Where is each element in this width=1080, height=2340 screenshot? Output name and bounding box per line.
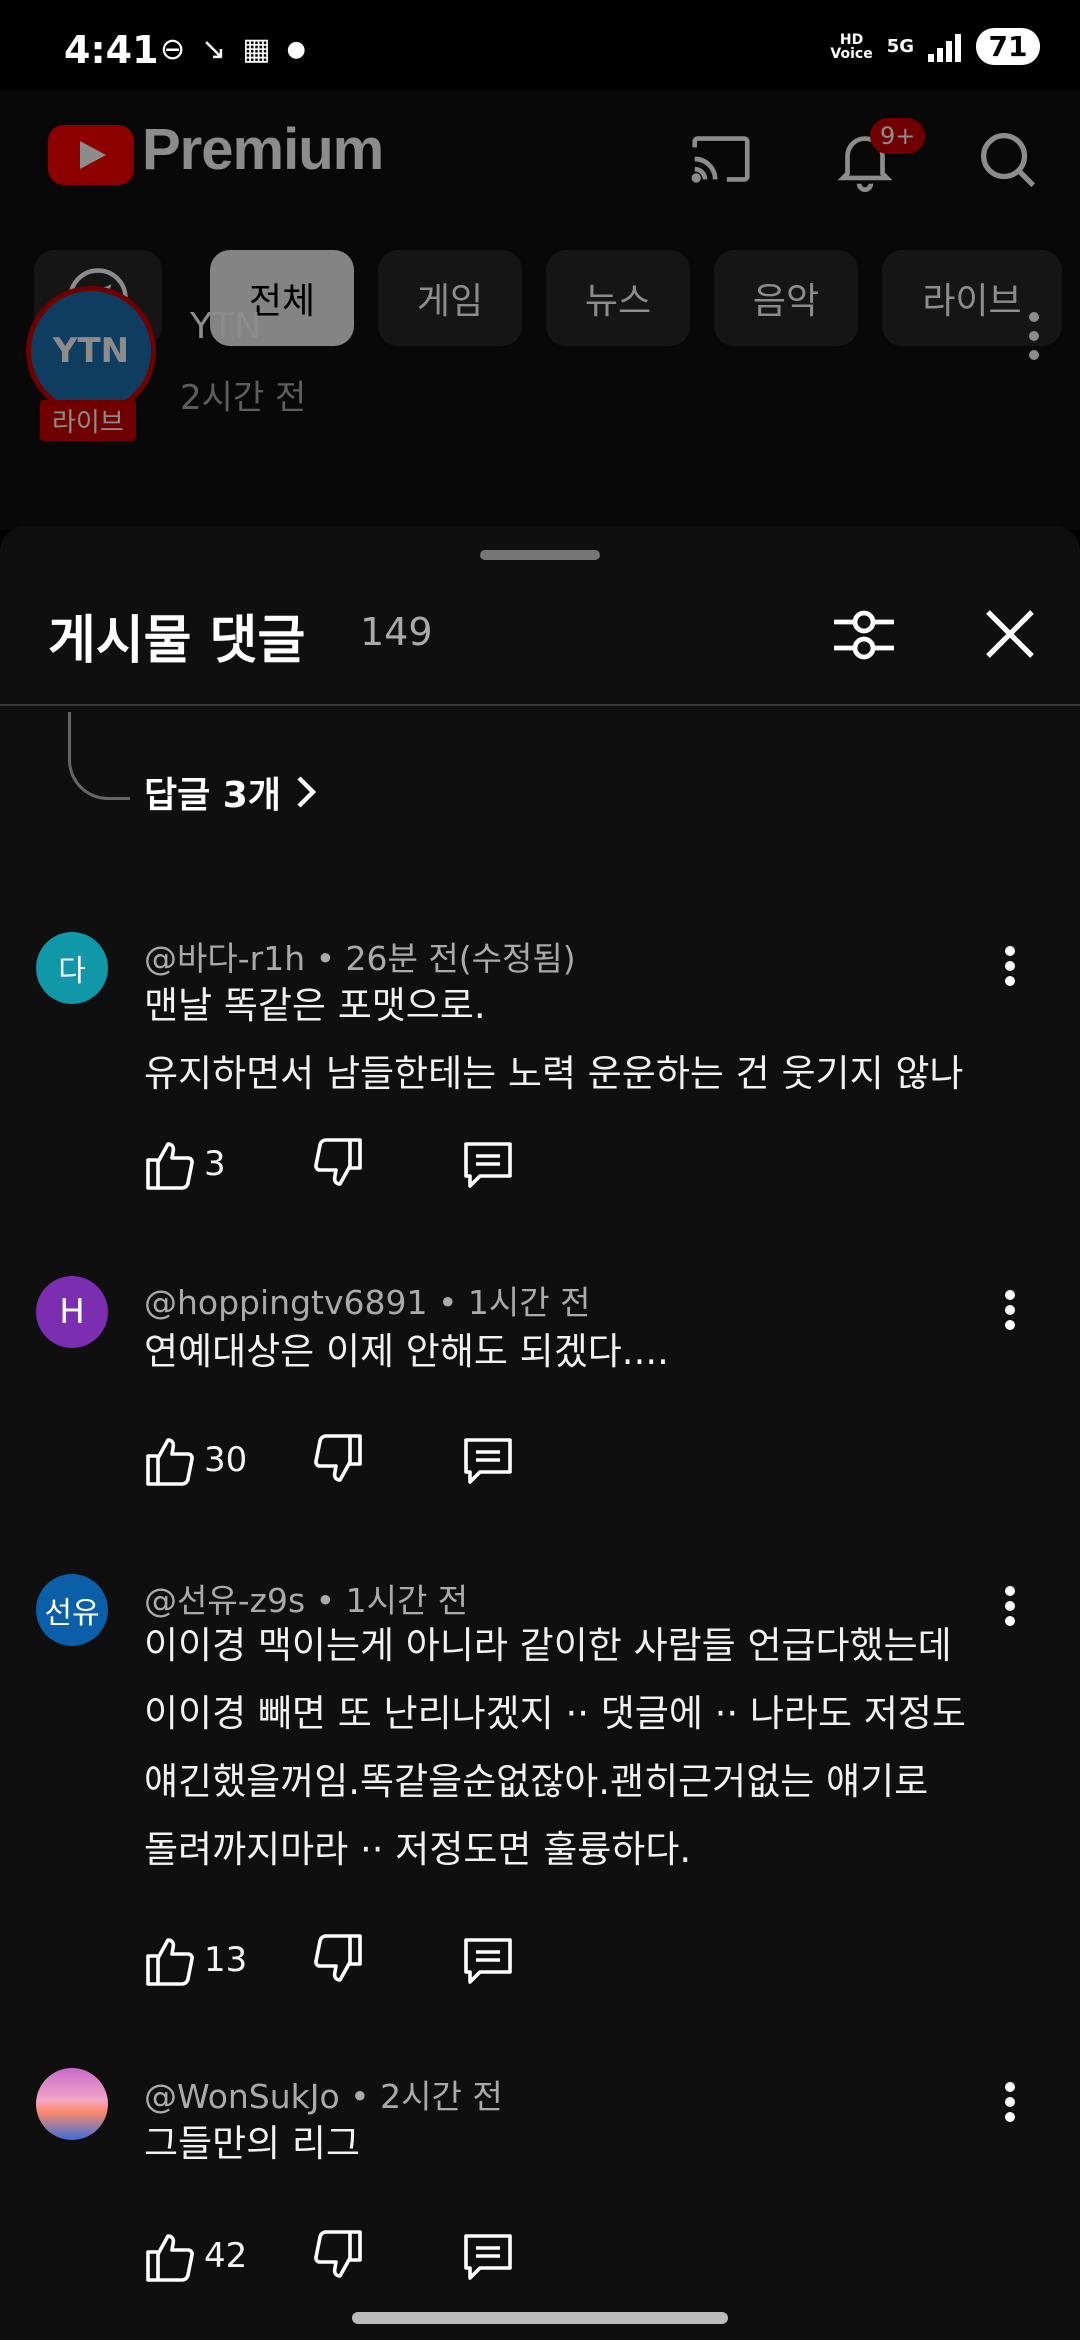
app-header: Premium 9+	[0, 90, 1080, 220]
dislike-icon[interactable]	[312, 1432, 364, 1488]
signal-icon	[928, 32, 962, 62]
status-system-icons: HD Voice 5G 71	[830, 28, 1040, 65]
comment-text: 연예대상은 이제 안해도 되겠다....	[144, 1318, 1024, 1386]
sheet-title: 게시물 댓글	[48, 611, 306, 671]
sheet-divider	[0, 704, 1080, 706]
comment-actions: 3	[144, 1136, 644, 1196]
reply-icon[interactable]	[460, 1434, 516, 1488]
like-icon[interactable]	[144, 1136, 196, 1192]
status-notification-icons: ⊖ ↘ ▦ ●	[160, 32, 306, 67]
comment-actions: 30	[144, 1432, 644, 1492]
brand-label: Premium	[142, 117, 384, 182]
thread-connector	[68, 712, 130, 800]
network-type: 5G	[886, 35, 914, 57]
status-time: 4:41	[64, 28, 159, 72]
comment-text: 이이경 맥이는게 아니라 같이한 사람들 언급다했는데 이이경 빼면 또 난리나…	[144, 1612, 1024, 1884]
comment-line: 맨날 똑같은 포맷으로.	[144, 984, 486, 1027]
comment-line: 연예대상은 이제 안해도 되겠다....	[144, 1330, 669, 1373]
notification-badge: 9+	[870, 118, 926, 154]
comment-line: 이이경 맥이는게 아니라 같이한 사람들 언급다했는데	[144, 1624, 952, 1667]
comment-line: 이이경 빼면 또 난리나겠지 ·· 댓글에 ·· 나라도 저정도	[144, 1692, 966, 1735]
comment-text: 맨날 똑같은 포맷으로. 유지하면서 남들한테는 노력 운운하는 건 웃기지 않…	[144, 972, 1024, 1108]
youtube-logo-icon[interactable]	[48, 125, 134, 185]
view-replies-button[interactable]: 답글 3개	[144, 766, 317, 818]
cast-icon[interactable]	[686, 124, 756, 194]
more-vert-icon[interactable]	[1002, 1586, 1016, 1636]
like-icon[interactable]	[144, 2228, 196, 2284]
comment-line: 얘긴했을꺼임.똑같을순없잖아.괜히근거없는 얘기로	[144, 1760, 929, 1803]
reply-icon[interactable]	[460, 2230, 516, 2284]
post-time: 2시간 전	[180, 378, 307, 418]
channel-avatar[interactable]: YTN	[26, 286, 156, 416]
more-vert-icon[interactable]	[1002, 946, 1016, 996]
battery-indicator: 71	[976, 28, 1040, 65]
avatar[interactable]: H	[36, 1276, 108, 1348]
replies-label: 답글 3개	[144, 775, 281, 816]
avatar[interactable]	[36, 2068, 108, 2140]
background-feed: Premium 9+ 전체 게임 뉴스 음악 라이브 YTN 라이브 YTN 2…	[0, 90, 1080, 530]
dislike-icon[interactable]	[312, 2228, 364, 2284]
like-count: 3	[204, 1144, 226, 1184]
avatar[interactable]: 다	[36, 932, 108, 1004]
search-icon[interactable]	[972, 124, 1042, 194]
channel-post-header: YTN 라이브 YTN 2시간 전	[0, 270, 1080, 530]
comment-actions: 13	[144, 1932, 644, 1992]
like-icon[interactable]	[144, 1932, 196, 1988]
more-vert-icon[interactable]	[1026, 312, 1040, 362]
comment-count: 149	[360, 610, 433, 654]
reply-icon[interactable]	[460, 1138, 516, 1192]
close-icon[interactable]	[978, 602, 1042, 666]
comment-line: 유지하면서 남들한테는 노력 운운하는 건 웃기지 않나	[144, 1052, 964, 1095]
status-bar: 4:41 ⊖ ↘ ▦ ● HD Voice 5G 71	[0, 0, 1080, 90]
hyundai-icon: ⊖	[160, 32, 186, 67]
like-count: 30	[204, 1440, 248, 1480]
comment-meta[interactable]: @hoppingtv6891 • 1시간 전	[144, 1276, 591, 1324]
home-indicator[interactable]	[352, 2312, 728, 2324]
more-vert-icon[interactable]	[1002, 2082, 1016, 2132]
hd-voice-icon: HD Voice	[830, 31, 873, 62]
like-count: 13	[204, 1940, 248, 1980]
live-badge: 라이브	[40, 400, 136, 441]
missed-call-icon: ↘	[201, 32, 227, 67]
comment-text: 그들만의 리그	[144, 2110, 1024, 2178]
channel-name[interactable]: YTN	[190, 306, 261, 347]
reply-icon[interactable]	[460, 1934, 516, 1988]
like-icon[interactable]	[144, 1432, 196, 1488]
comment-line: 돌려까지마라 ·· 저정도면 훌륭하다.	[144, 1828, 692, 1871]
comments-sheet: 게시물 댓글 149 답글 3개 다 @바다-r1h • 26분 전(수정됨) …	[0, 526, 1080, 2340]
filter-icon[interactable]	[830, 602, 898, 668]
chevron-right-icon	[297, 776, 317, 808]
avatar[interactable]: 선유	[36, 1574, 108, 1646]
dislike-icon[interactable]	[312, 1932, 364, 1988]
comment-line: 그들만의 리그	[144, 2122, 361, 2165]
comment-actions: 42	[144, 2228, 644, 2288]
dot-icon: ●	[286, 37, 306, 62]
dislike-icon[interactable]	[312, 1136, 364, 1192]
drag-handle[interactable]	[480, 550, 600, 560]
calendar-icon: ▦	[242, 32, 271, 67]
more-vert-icon[interactable]	[1002, 1290, 1016, 1340]
like-count: 42	[204, 2236, 248, 2276]
